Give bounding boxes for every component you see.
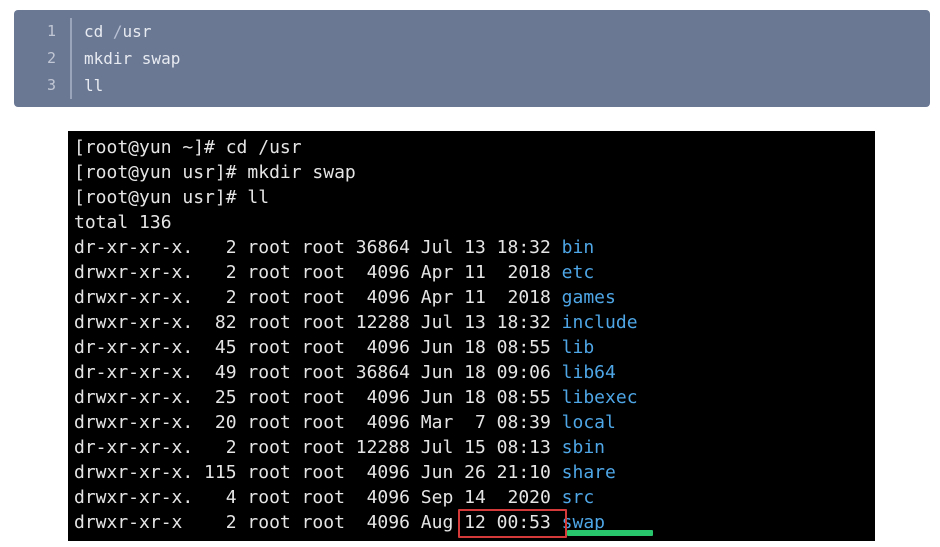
- code-line: mkdir swap: [84, 45, 180, 72]
- directory-name: lib64: [562, 362, 616, 383]
- directory-name: games: [562, 287, 616, 308]
- terminal-window: [root@yun ~]# cd /usr [root@yun usr]# mk…: [68, 131, 875, 541]
- directory-name: swap: [562, 512, 605, 533]
- directory-name: include: [562, 312, 638, 333]
- page: 1 2 3 cd /usr mkdir swap ll [root@yun ~]…: [0, 0, 940, 541]
- terminal-output[interactable]: [root@yun ~]# cd /usr [root@yun usr]# mk…: [74, 135, 869, 535]
- directory-name: share: [562, 462, 616, 483]
- directory-name: bin: [562, 237, 595, 258]
- line-number-gutter: 1 2 3: [14, 10, 70, 107]
- directory-name: src: [562, 487, 595, 508]
- directory-name: lib: [562, 337, 595, 358]
- code-snippet: 1 2 3 cd /usr mkdir swap ll: [14, 10, 930, 107]
- code-content[interactable]: cd /usr mkdir swap ll: [72, 10, 192, 107]
- code-line: ll: [84, 72, 180, 99]
- line-number: 3: [14, 72, 70, 99]
- directory-name: libexec: [562, 387, 638, 408]
- directory-name: etc: [562, 262, 595, 283]
- directory-name: local: [562, 412, 616, 433]
- line-number: 1: [14, 18, 70, 45]
- code-line: cd /usr: [84, 18, 180, 45]
- line-number: 2: [14, 45, 70, 72]
- directory-name: sbin: [562, 437, 605, 458]
